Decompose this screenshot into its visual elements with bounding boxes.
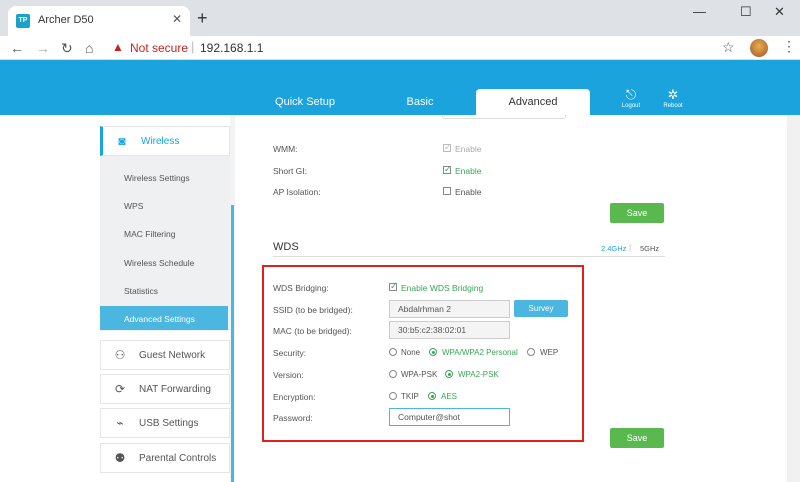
wds-save-button[interactable]: Save [610,428,664,448]
close-tab-icon[interactable]: ✕ [172,12,182,26]
page-scrollbar[interactable] [787,115,800,482]
sidebar-sub-mac-filtering[interactable]: MAC Filtering [124,229,175,239]
usb-icon: ⌁ [116,416,124,430]
wds-bridging-label: WDS Bridging: [273,283,329,293]
wmm-checkbox[interactable] [443,142,452,153]
tp-link-favicon-icon: TP [16,14,30,28]
sidebar-sub-wireless-settings[interactable]: Wireless Settings [124,173,190,183]
tab-advanced[interactable]: Advanced [476,89,590,115]
short-gi-enable-label: Enable [455,166,482,176]
mac-input[interactable]: 30:b5:c2:38:02:01 [389,321,510,339]
version-wpa2-psk-radio[interactable] [445,370,453,378]
url-text: 192.168.1.1 [200,41,264,55]
wds-bridging-checkbox[interactable] [389,281,398,292]
bookmark-star-icon[interactable]: ☆ [722,39,735,56]
encryption-aes-label: AES [441,392,458,401]
logout-button[interactable]: ⎋ Logout [611,88,651,111]
sidebar-item-usb-settings[interactable]: ⌁ USB Settings [100,408,230,438]
sidebar-item-label: Parental Controls [139,453,217,464]
encryption-label: Encryption: [273,392,316,402]
sidebar-item-label: Wireless [141,136,180,147]
wds-bridging-enable-label: Enable WDS Bridging [401,283,484,293]
reload-icon[interactable]: ↻ [61,40,73,57]
not-secure-label: Not secure [130,41,189,55]
security-wep-radio[interactable] [527,348,535,356]
ssid-input[interactable]: Abdalrhman 2 [389,300,510,318]
back-icon[interactable]: ← [10,40,24,56]
wireless-icon: ◙ [118,134,126,148]
guest-network-icon: ⚇ [114,348,126,362]
reboot-label: Reboot [663,103,683,109]
band-separator: | [629,243,632,252]
home-icon[interactable]: ⌂ [85,40,93,56]
version-label: Version: [273,370,304,380]
wmm-enable-label: Enable [455,144,482,154]
security-label: Security: [273,348,307,358]
encryption-aes-radio[interactable] [428,392,436,400]
version-wpa-psk-radio[interactable] [389,370,397,378]
ap-isolation-enable-label: Enable [455,187,482,197]
sidebar-item-parental-controls[interactable]: ⚉ Parental Controls [100,443,230,473]
ssid-label: SSID (to be bridged): [273,305,353,315]
close-window-icon[interactable]: ✕ [774,4,785,20]
parental-controls-icon: ⚉ [114,451,126,465]
password-input[interactable]: Computer@shot [389,408,510,426]
sidebar-sub-statistics[interactable]: Statistics [124,286,158,296]
sidebar-item-label: Guest Network [139,350,206,361]
wds-divider [273,256,665,257]
logout-label: Logout [621,103,641,109]
band-5ghz-link[interactable]: 5GHz [640,244,659,253]
version-wpa2-psk-label: WPA2-PSK [458,370,499,379]
band-2-4ghz-link[interactable]: 2.4GHz [601,244,626,253]
sidebar-sub-wireless-schedule[interactable]: Wireless Schedule [124,258,194,268]
mac-label: MAC (to be bridged): [273,326,352,336]
version-wpa-psk-label: WPA-PSK [401,370,438,379]
new-tab-icon[interactable]: + [197,8,208,29]
short-gi-label: Short GI: [273,166,308,176]
survey-button[interactable]: Survey [514,300,568,317]
reboot-icon: ✲ [667,87,679,102]
minimize-icon[interactable]: — [693,4,706,19]
tab-quick-setup[interactable]: Quick Setup [255,89,355,115]
security-wep-label: WEP [540,348,559,357]
sidebar-sub-wps[interactable]: WPS [124,201,143,211]
ap-isolation-checkbox[interactable] [443,187,451,195]
omnibox[interactable]: ▲ Not secure | 192.168.1.1 [104,38,724,58]
browser-menu-icon[interactable]: ⋮ [782,38,796,55]
warning-icon: ▲ [112,40,124,54]
sidebar-item-label: USB Settings [139,418,199,429]
security-wpa-radio[interactable] [429,348,437,356]
sidebar-item-nat-forwarding[interactable]: ⟳ NAT Forwarding [100,374,230,404]
previous-field-edge [442,115,566,119]
tp-link-logo: TP-LINK [100,21,171,40]
sidebar-scrollbar-thumb[interactable] [231,205,234,482]
tab-basic[interactable]: Basic [370,89,470,115]
profile-avatar[interactable] [750,39,768,57]
sidebar-item-label: NAT Forwarding [139,384,211,395]
security-none-label: None [401,348,421,357]
sidebar-item-wireless[interactable]: ◙ Wireless [100,126,230,156]
sidebar-item-guest-network[interactable]: ⚇ Guest Network [100,340,230,370]
encryption-tkip-label: TKIP [401,392,419,401]
password-label: Password: [273,413,313,423]
omnibox-separator: | [191,39,195,54]
nat-forwarding-icon: ⟳ [114,382,126,396]
save-button[interactable]: Save [610,203,664,223]
wds-section-title: WDS [273,241,299,253]
ap-isolation-label: AP Isolation: [273,187,321,197]
wmm-label: WMM: [273,144,298,154]
encryption-tkip-radio[interactable] [389,392,397,400]
maximize-icon[interactable]: ☐ [740,4,752,20]
tab-title: Archer D50 [38,14,94,26]
security-wpa-label: WPA/WPA2 Personal [442,348,518,357]
reboot-button[interactable]: ✲ Reboot [653,88,693,111]
security-none-radio[interactable] [389,348,397,356]
forward-icon[interactable]: → [36,40,50,56]
logout-icon: ⎋ [625,87,637,102]
sidebar-sub-advanced-settings[interactable]: Advanced Settings [124,314,195,324]
short-gi-checkbox[interactable] [443,164,452,175]
